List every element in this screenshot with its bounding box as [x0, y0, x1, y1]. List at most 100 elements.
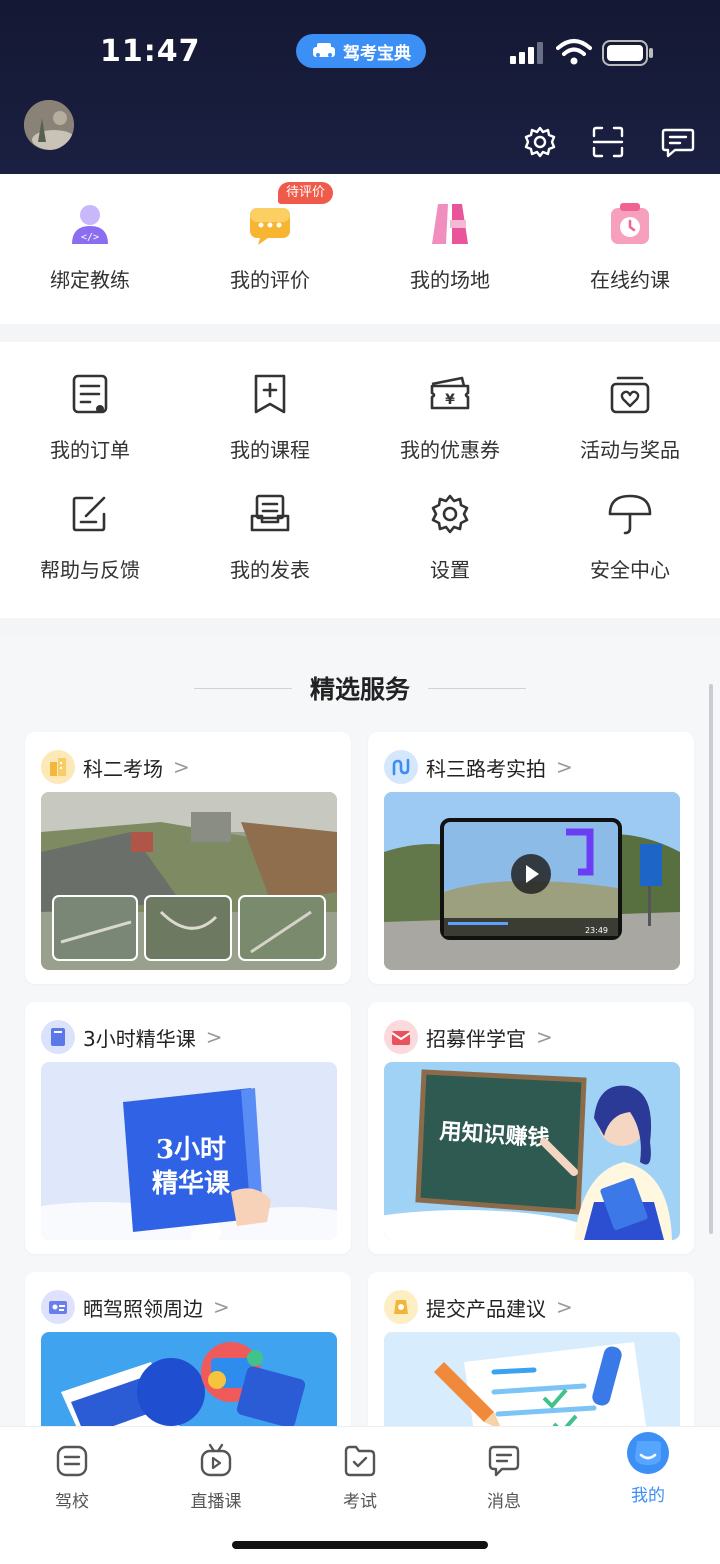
my-review-item[interactable]: 我的评价 [180, 200, 360, 293]
card-title: 晒驾照领周边 [83, 1296, 203, 1321]
road-video-image: 23:49 [384, 792, 680, 970]
my-coupons-label: 我的优惠券 [400, 438, 500, 462]
car-icon [313, 43, 335, 57]
svg-text:¥: ¥ [445, 392, 455, 408]
services-heading: 精选服务 [0, 670, 720, 706]
bind-coach-item[interactable]: </> 绑定教练 [0, 200, 180, 293]
school-icon [56, 1445, 88, 1477]
coach-icon: </> [66, 200, 114, 248]
menu-grid-row1: 我的订单 我的课程 ¥ 我的优惠券 活动与奖品 [0, 370, 720, 463]
my-orders-item[interactable]: 我的订单 [0, 370, 180, 463]
help-feedback-item[interactable]: 帮助与反馈 [0, 490, 180, 583]
menu-grid-row2: 帮助与反馈 我的发表 设置 安全中心 [0, 490, 720, 583]
video-timestamp: 23:49 [585, 926, 608, 935]
chevron-right-icon: > [205, 1025, 223, 1049]
venue-icon [426, 200, 474, 248]
card-head: 科三路考实拍 > [384, 750, 573, 784]
my-coupons-item[interactable]: ¥ 我的优惠券 [360, 370, 540, 463]
card-head: 3小时精华课 > [41, 1020, 223, 1054]
settings-item[interactable]: 设置 [360, 490, 540, 583]
card-3hour-course[interactable]: 3小时精华课 > 3小时 精华课 [25, 1002, 351, 1254]
license-icon [41, 1290, 75, 1324]
scan-icon[interactable] [590, 124, 626, 160]
order-icon [66, 370, 114, 418]
help-feedback-label: 帮助与反馈 [40, 558, 140, 582]
card-head: 晒驾照领周边 > [41, 1290, 230, 1324]
course-icon [246, 370, 294, 418]
chevron-right-icon: > [556, 755, 573, 779]
booking-icon [606, 200, 654, 248]
top-grid: </> 绑定教练 我的评价 我的场地 在线约课 [0, 200, 720, 293]
venue-aerial-image [41, 792, 337, 970]
message-icon[interactable] [660, 124, 696, 160]
app-pill[interactable]: 驾考宝典 [296, 34, 426, 68]
card-subject3-road-video[interactable]: 科三路考实拍 > 23:49 [368, 732, 694, 984]
tab-mine[interactable]: 我的 [598, 1432, 698, 1506]
card-title: 科二考场 [83, 756, 163, 781]
tab-messages-label: 消息 [487, 1492, 521, 1512]
route-icon [384, 750, 418, 784]
heading-divider-right [428, 687, 526, 689]
book-icon [41, 1020, 75, 1054]
card-head: 招募伴学官 > [384, 1020, 553, 1054]
my-posts-label: 我的发表 [230, 558, 310, 582]
settings-icon[interactable] [522, 124, 558, 160]
my-venue-item[interactable]: 我的场地 [360, 200, 540, 293]
tab-live-course[interactable]: 直播课 [166, 1443, 266, 1512]
chevron-right-icon: > [556, 1295, 573, 1319]
app-root: 11:47 驾考宝典 </> 绑定教练 我的评价 我的场地 在线约课 待评价 我… [0, 0, 720, 1564]
svg-text:</>: </> [81, 232, 99, 243]
card-head: 提交产品建议 > [384, 1290, 573, 1324]
tab-mine-label: 我的 [631, 1486, 665, 1506]
home-indicator [232, 1541, 488, 1549]
pending-review-badge: 待评价 [278, 182, 334, 204]
my-courses-label: 我的课程 [230, 438, 310, 462]
live-icon [200, 1443, 232, 1477]
status-time: 11:47 [100, 34, 201, 69]
heading-divider-left [193, 687, 292, 689]
my-posts-item[interactable]: 我的发表 [180, 490, 360, 583]
tab-school[interactable]: 驾校 [22, 1443, 122, 1512]
my-courses-item[interactable]: 我的课程 [180, 370, 360, 463]
feedback-icon [66, 490, 114, 538]
card-head: 科二考场 > [41, 750, 190, 784]
security-center-item[interactable]: 安全中心 [540, 490, 720, 583]
card-title: 科三路考实拍 [426, 756, 546, 781]
app-pill-label: 驾考宝典 [343, 43, 411, 64]
battery-icon [602, 40, 653, 66]
card-recruit-study-mentor[interactable]: 招募伴学官 > 用知识赚钱 [368, 1002, 694, 1254]
tab-exam[interactable]: 考试 [310, 1443, 410, 1512]
coupon-icon: ¥ [426, 370, 474, 418]
signal-icon [510, 42, 543, 64]
chevron-right-icon: > [213, 1295, 230, 1319]
tab-school-label: 驾校 [55, 1492, 89, 1512]
avatar[interactable] [24, 100, 74, 150]
card-title: 招募伴学官 [426, 1026, 526, 1051]
activity-prizes-item[interactable]: 活动与奖品 [540, 370, 720, 463]
profile-icon [627, 1432, 669, 1474]
posts-icon [246, 490, 294, 538]
review-icon [246, 200, 294, 248]
header: 11:47 驾考宝典 [0, 0, 720, 174]
online-booking-item[interactable]: 在线约课 [540, 200, 720, 293]
wifi-icon [556, 39, 592, 65]
chevron-right-icon: > [173, 755, 190, 779]
bind-coach-label: 绑定教练 [50, 268, 130, 292]
activity-prizes-label: 活动与奖品 [580, 438, 680, 462]
exam-icon [344, 1445, 376, 1477]
building-icon [41, 750, 75, 784]
scrollbar[interactable] [709, 684, 713, 1234]
card-title: 3小时精华课 [83, 1026, 196, 1051]
settings-label: 设置 [430, 558, 470, 582]
chevron-right-icon: > [536, 1025, 553, 1049]
services-title: 精选服务 [309, 675, 410, 704]
card-title: 提交产品建议 [426, 1296, 546, 1321]
tab-messages[interactable]: 消息 [454, 1443, 554, 1512]
card-subject2-venue[interactable]: 科二考场 > [25, 732, 351, 984]
gift-icon [606, 370, 654, 418]
security-center-label: 安全中心 [590, 558, 670, 582]
suggest-icon [384, 1290, 418, 1324]
online-booking-label: 在线约课 [590, 268, 670, 292]
tab-exam-label: 考试 [343, 1492, 377, 1512]
my-venue-label: 我的场地 [410, 268, 490, 292]
